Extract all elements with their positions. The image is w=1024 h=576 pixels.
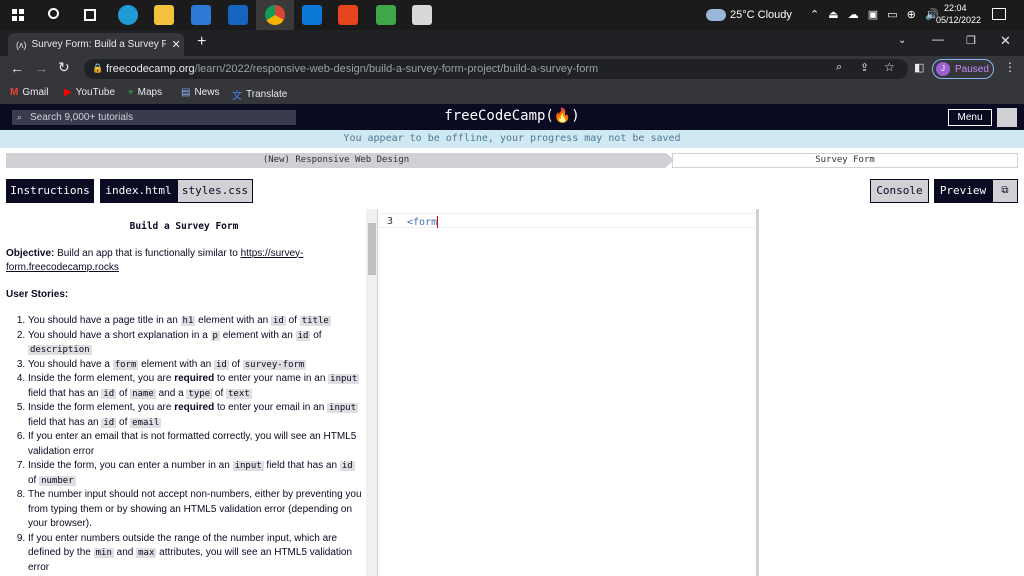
browser-tab[interactable]: (ʌ) Survey Form: Build a Survey Form ✕ [8, 33, 184, 56]
start-icon[interactable] [12, 9, 24, 21]
instructions-tab[interactable]: Instructions [6, 179, 94, 203]
chrome-icon[interactable] [265, 5, 285, 25]
list-item: Inside the form element, you are require… [28, 401, 362, 430]
scrollbar-thumb[interactable] [368, 223, 376, 275]
instructions-scrollbar[interactable] [366, 209, 377, 576]
breadcrumb: (New) Responsive Web Design Survey Form [0, 153, 1024, 168]
list-item: The number input should not accept non-n… [28, 488, 362, 532]
translate-icon: 文 [232, 91, 242, 102]
share-icon[interactable]: ⇪ [860, 61, 869, 74]
task-view-icon[interactable] [84, 9, 96, 21]
fcc-favicon: (ʌ) [16, 39, 27, 50]
tab-title: Survey Form: Build a Survey Form [31, 39, 166, 50]
list-item: If you enter numbers outside the range o… [28, 532, 362, 576]
file-explorer-icon[interactable] [154, 5, 174, 25]
url-path: /learn/2022/responsive-web-design/build-… [194, 63, 599, 75]
profile-status: Paused [955, 63, 989, 75]
lock-icon: 🔒 [92, 63, 104, 73]
notification-icon[interactable] [992, 8, 1006, 20]
text-cursor [437, 216, 439, 228]
back-icon[interactable]: ← [10, 60, 24, 76]
edge-icon[interactable] [118, 5, 138, 25]
list-item: You should have a page title in an h1 el… [28, 314, 362, 329]
address-bar-row: ← → ↻ 🔒 freecodecamp.org/learn/2022/resp… [0, 56, 1024, 82]
preview-button[interactable]: Preview [934, 179, 992, 203]
forward-icon[interactable]: → [34, 60, 48, 76]
youtube-icon: ▶ [64, 87, 72, 98]
new-tab-icon[interactable]: + [197, 33, 206, 51]
browser-menu-icon[interactable]: ⋮ [1004, 60, 1016, 74]
profile-button[interactable]: J Paused [932, 59, 994, 79]
clock-date[interactable]: 05/12/2022 [936, 15, 981, 25]
menu-button[interactable]: Menu [948, 109, 992, 126]
breadcrumb-project[interactable]: Survey Form [672, 153, 1018, 168]
instructions-title: Build a Survey Form [129, 221, 239, 232]
bookmarks-bar: M Gmail ▶ YouTube ⌖ Maps ▤ News 文 Translate [0, 82, 1024, 104]
preview-window-icon[interactable]: ⧉ [992, 179, 1018, 203]
instructions-panel: Build a Survey Form Objective: Build an … [0, 209, 378, 576]
news-icon: ▤ [181, 87, 191, 98]
bookmark-gmail[interactable]: M Gmail [10, 87, 48, 98]
avatar[interactable] [997, 108, 1017, 127]
gmail-icon: M [10, 87, 19, 98]
list-item: You should have a short explanation in a… [28, 329, 362, 358]
url-input[interactable]: 🔒 freecodecamp.org/learn/2022/responsive… [84, 59, 908, 79]
bookmark-maps[interactable]: ⌖ Maps [128, 87, 162, 98]
code-line[interactable]: <form [407, 216, 439, 228]
bookmark-news[interactable]: ▤ News [181, 87, 219, 98]
tab-close-icon[interactable]: ✕ [172, 38, 181, 51]
code-editor[interactable]: 3 <form [379, 209, 759, 576]
close-window-icon[interactable]: ✕ [1000, 33, 1011, 49]
search-icon[interactable] [48, 8, 59, 19]
list-item: If you enter an email that is not format… [28, 430, 362, 459]
list-item: You should have a form element with an i… [28, 358, 362, 373]
clock-time[interactable]: 22:04 [944, 3, 967, 13]
list-item: Inside the form, you can enter a number … [28, 459, 362, 488]
restore-icon[interactable]: ❐ [966, 34, 976, 47]
offline-banner: You appear to be offline, your progress … [0, 130, 1024, 148]
bookmark-star-icon[interactable]: ☆ [884, 60, 895, 74]
maps-icon: ⌖ [128, 87, 134, 98]
office-icon[interactable] [338, 5, 358, 25]
line-number: 3 [387, 216, 394, 227]
zoom-icon[interactable]: ⌕ [836, 61, 842, 74]
minimize-icon[interactable]: — [932, 32, 944, 46]
bookmark-youtube[interactable]: ▶ YouTube [64, 87, 115, 98]
objective: Objective: Build an app that is function… [6, 247, 304, 274]
bookmark-translate[interactable]: 文 Translate [232, 87, 287, 102]
vscode-icon[interactable] [302, 5, 322, 25]
browser-tab-strip: (ʌ) Survey Form: Build a Survey Form ✕ +… [0, 30, 1024, 56]
url-domain: freecodecamp.org [106, 63, 195, 75]
preview-pane [762, 209, 1024, 576]
profile-avatar: J [936, 62, 950, 76]
app-icon[interactable] [376, 5, 396, 25]
side-panel-icon[interactable]: ◧ [914, 61, 924, 74]
fcc-navbar: ⌕ Search 9,000+ tutorials freeCodeCamp(🔥… [0, 104, 1024, 130]
styles-css-tab[interactable]: styles.css [177, 179, 253, 203]
weather-text[interactable]: 25°C Cloudy [730, 9, 792, 21]
list-item: Inside the form element, you are require… [28, 372, 362, 401]
cloud-icon [706, 9, 726, 21]
store-icon[interactable] [191, 5, 211, 25]
mail-icon[interactable] [228, 5, 248, 25]
index-html-tab[interactable]: index.html [100, 179, 177, 203]
fcc-logo[interactable]: freeCodeCamp(🔥) [0, 108, 1024, 124]
breadcrumb-course[interactable]: (New) Responsive Web Design [6, 153, 674, 168]
console-button[interactable]: Console [870, 179, 929, 203]
reload-icon[interactable]: ↻ [58, 59, 70, 76]
app-window-icon[interactable] [412, 5, 432, 25]
tray-icons[interactable]: ⌃ ⏏ ☁ ▣ ▭ ⊕ 🔊 [810, 8, 942, 21]
tab-search-icon[interactable]: ⌄ [898, 35, 906, 46]
user-stories-heading: User Stories: [6, 288, 69, 300]
windows-taskbar: 25°C Cloudy ⌃ ⏏ ☁ ▣ ▭ ⊕ 🔊 22:04 05/12/20… [0, 0, 1024, 30]
user-stories-list: You should have a page title in an h1 el… [6, 314, 362, 576]
